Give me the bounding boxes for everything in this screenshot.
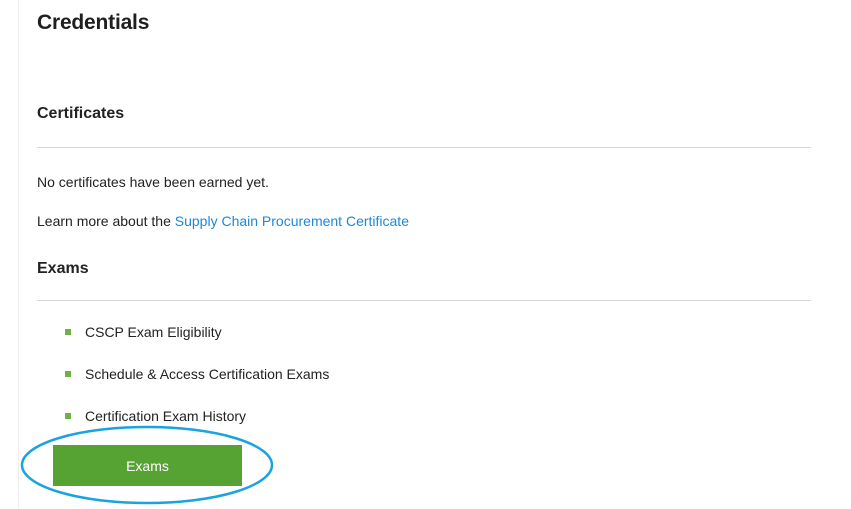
exams-button[interactable]: Exams xyxy=(53,445,242,486)
exam-link-exam-history[interactable]: Certification Exam History xyxy=(60,406,329,426)
exams-divider xyxy=(37,300,811,301)
learn-more-text: Learn more about the Supply Chain Procur… xyxy=(37,213,409,229)
square-bullet-icon xyxy=(65,329,71,335)
exam-link-schedule-access[interactable]: Schedule & Access Certification Exams xyxy=(60,364,329,384)
page-title: Credentials xyxy=(37,11,150,34)
supply-chain-procurement-certificate-link[interactable]: Supply Chain Procurement Certificate xyxy=(175,213,409,229)
exams-heading: Exams xyxy=(37,260,89,277)
exam-links-list: CSCP Exam Eligibility Schedule & Access … xyxy=(60,322,329,448)
exam-link-label: Certification Exam History xyxy=(85,408,247,424)
exam-link-label: CSCP Exam Eligibility xyxy=(85,324,222,340)
certificates-heading: Certificates xyxy=(37,105,125,122)
square-bullet-icon xyxy=(65,371,71,377)
exam-link-label: Schedule & Access Certification Exams xyxy=(85,366,330,382)
learn-more-prefix: Learn more about the xyxy=(37,213,175,229)
exam-link-cscp-eligibility[interactable]: CSCP Exam Eligibility xyxy=(60,322,329,342)
no-certificates-message: No certificates have been earned yet. xyxy=(37,174,269,190)
certificates-divider xyxy=(37,147,811,148)
square-bullet-icon xyxy=(65,413,71,419)
